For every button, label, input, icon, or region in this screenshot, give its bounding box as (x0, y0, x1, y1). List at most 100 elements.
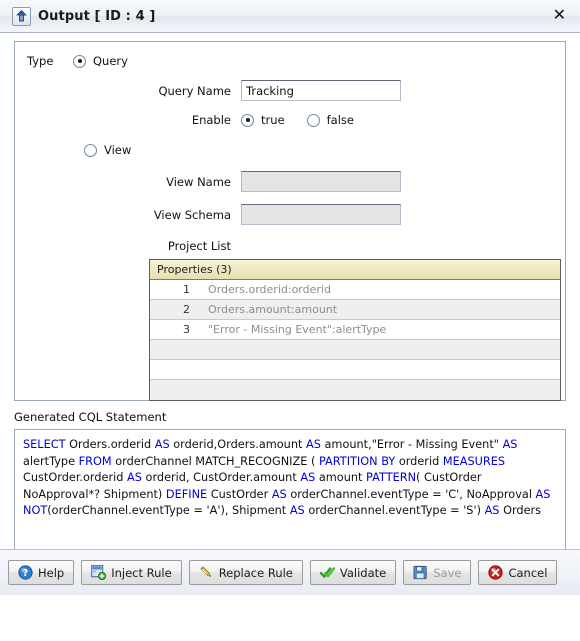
help-button[interactable]: ? Help (8, 560, 75, 585)
cancel-button[interactable]: Cancel (478, 560, 558, 585)
inject-rule-button[interactable]: Inject Rule (81, 560, 182, 585)
cql-keyword: NOT (23, 504, 48, 517)
view-schema-row: View Schema (145, 204, 553, 225)
dialog-body: Type Query Query Name Enable true false (0, 33, 580, 595)
cql-keyword: AS (289, 504, 305, 517)
cql-text-fragment: Orders.orderid (65, 438, 155, 451)
type-group-panel: Type Query Query Name Enable true false (14, 41, 566, 401)
cancel-x-icon (488, 565, 504, 580)
save-button[interactable]: Save (403, 560, 472, 585)
cql-keyword: AS (154, 438, 170, 451)
query-name-row: Query Name (145, 80, 553, 101)
save-floppy-icon (413, 565, 428, 580)
button-label: Validate (339, 565, 387, 580)
table-row-value: "Error - Missing Event":alertType (208, 323, 387, 336)
svg-text:?: ? (23, 568, 29, 579)
cql-text-fragment: orderid,Orders.amount (169, 438, 307, 451)
output-arrow-icon (12, 6, 31, 26)
view-name-input[interactable] (241, 171, 401, 192)
replace-rule-pencil-icon (199, 565, 214, 580)
properties-table-header: Properties (3) (150, 260, 560, 280)
cql-text-fragment: alertType (23, 454, 79, 468)
radio-enable-false[interactable] (306, 113, 320, 127)
replace-rule-button[interactable]: Replace Rule (188, 560, 303, 585)
cql-text-fragment: CustOrder.orderid (23, 471, 128, 484)
button-label: Save (433, 565, 462, 580)
dialog-title-bar: Output [ ID : 4 ] ✕ (0, 0, 580, 33)
cql-text-fragment: Orders (499, 504, 542, 517)
cql-keyword: AS (300, 471, 316, 484)
cql-keyword: AS (306, 438, 321, 451)
cql-text-fragment: CustOrder (207, 487, 272, 501)
radio-view-label: View (104, 143, 132, 157)
view-schema-label: View Schema (153, 207, 231, 222)
view-fields: View Name View Schema (145, 171, 553, 225)
view-name-label: View Name (166, 174, 231, 189)
help-question-icon: ? (18, 565, 33, 580)
cql-text-fragment: amount (315, 471, 367, 484)
enable-row: Enable true false (145, 113, 553, 127)
radio-enable-true-label: true (261, 113, 285, 127)
cql-text-fragment: orderid (395, 454, 443, 468)
type-label: Type (27, 54, 54, 68)
table-row-value: Orders.amount:amount (208, 303, 338, 316)
table-row[interactable] (150, 360, 560, 380)
close-icon[interactable]: ✕ (549, 7, 570, 25)
properties-table: Properties (3) 1 Orders.orderid:orderid 2 O… (149, 259, 561, 401)
inject-rule-grid-add-icon (91, 565, 107, 580)
dialog-button-bar: ? Help Inject Rule Replace Rule Validate Save… (0, 549, 580, 595)
cql-keyword: PATTERN (366, 471, 417, 484)
cql-keyword: AS (271, 487, 287, 501)
cql-text-fragment: orderid, CustOrder.amount (141, 471, 301, 484)
table-row[interactable]: 1 Orders.orderid:orderid (150, 280, 560, 300)
view-name-row: View Name (145, 171, 553, 192)
validate-button[interactable]: Validate (309, 560, 397, 585)
button-label: Cancel (508, 565, 548, 580)
cql-keyword: PARTITION BY (318, 454, 396, 468)
cql-text-fragment: orderChannel.eventType = 'S') (304, 504, 485, 517)
enable-label: Enable (191, 113, 231, 127)
cql-keyword: MEASURES (442, 454, 506, 468)
enable-false-option[interactable]: false (306, 113, 354, 127)
page-title: Output [ ID : 4 ] (38, 8, 156, 24)
cql-keyword: AS (484, 504, 500, 517)
cql-section-label: Generated CQL Statement (14, 410, 167, 424)
table-row-value: Orders.orderid:orderid (208, 283, 331, 296)
cql-keyword: AS (535, 487, 551, 501)
cql-text-fragment: orderChannel.eventType = 'C', NoApproval (286, 487, 536, 501)
query-name-label: Query Name (158, 83, 231, 98)
radio-enable-false-label: false (326, 113, 354, 127)
cql-text-fragment: orderChannel MATCH_RECOGNIZE ( (111, 454, 319, 468)
radio-query-label: Query (93, 54, 128, 68)
cql-keyword: AS (127, 471, 142, 484)
view-schema-input[interactable] (241, 204, 401, 225)
cql-keyword: FROM (78, 454, 112, 468)
button-label: Inject Rule (111, 565, 172, 580)
cql-keyword: DEFINE (165, 487, 208, 501)
project-list-label: Project List (167, 239, 231, 253)
button-label: Help (38, 565, 65, 580)
table-row-number: 3 (183, 323, 190, 336)
button-label: Replace Rule (218, 565, 293, 580)
validate-checkmark-icon (319, 565, 335, 580)
view-row: View (84, 143, 553, 157)
enable-true-option[interactable]: true (241, 113, 285, 127)
query-fields: Query Name Enable true false (145, 80, 553, 127)
table-row-number: 2 (183, 303, 190, 316)
table-row[interactable]: 3 "Error - Missing Event":alertType (150, 320, 560, 340)
cql-text-fragment: (orderChannel.eventType = 'A'), Shipment (47, 504, 290, 517)
properties-table-body: 1 Orders.orderid:orderid 2 Orders.amount:am… (150, 280, 560, 400)
table-row[interactable] (150, 380, 560, 400)
radio-view[interactable] (84, 143, 97, 157)
cql-text-fragment: amount,"Error - Missing Event" (320, 438, 503, 451)
radio-enable-true[interactable] (241, 113, 254, 127)
radio-query[interactable] (73, 54, 86, 68)
cql-keyword: AS (502, 438, 518, 451)
table-row[interactable] (150, 340, 560, 360)
query-name-input[interactable] (241, 80, 401, 101)
type-row: Type Query (27, 54, 553, 68)
cql-keyword: SELECT (23, 438, 66, 451)
table-row[interactable]: 2 Orders.amount:amount (150, 300, 560, 320)
table-row-number: 1 (183, 283, 190, 296)
cql-statement-text: SELECT Orders.orderid AS orderid,Orders.… (23, 437, 557, 520)
